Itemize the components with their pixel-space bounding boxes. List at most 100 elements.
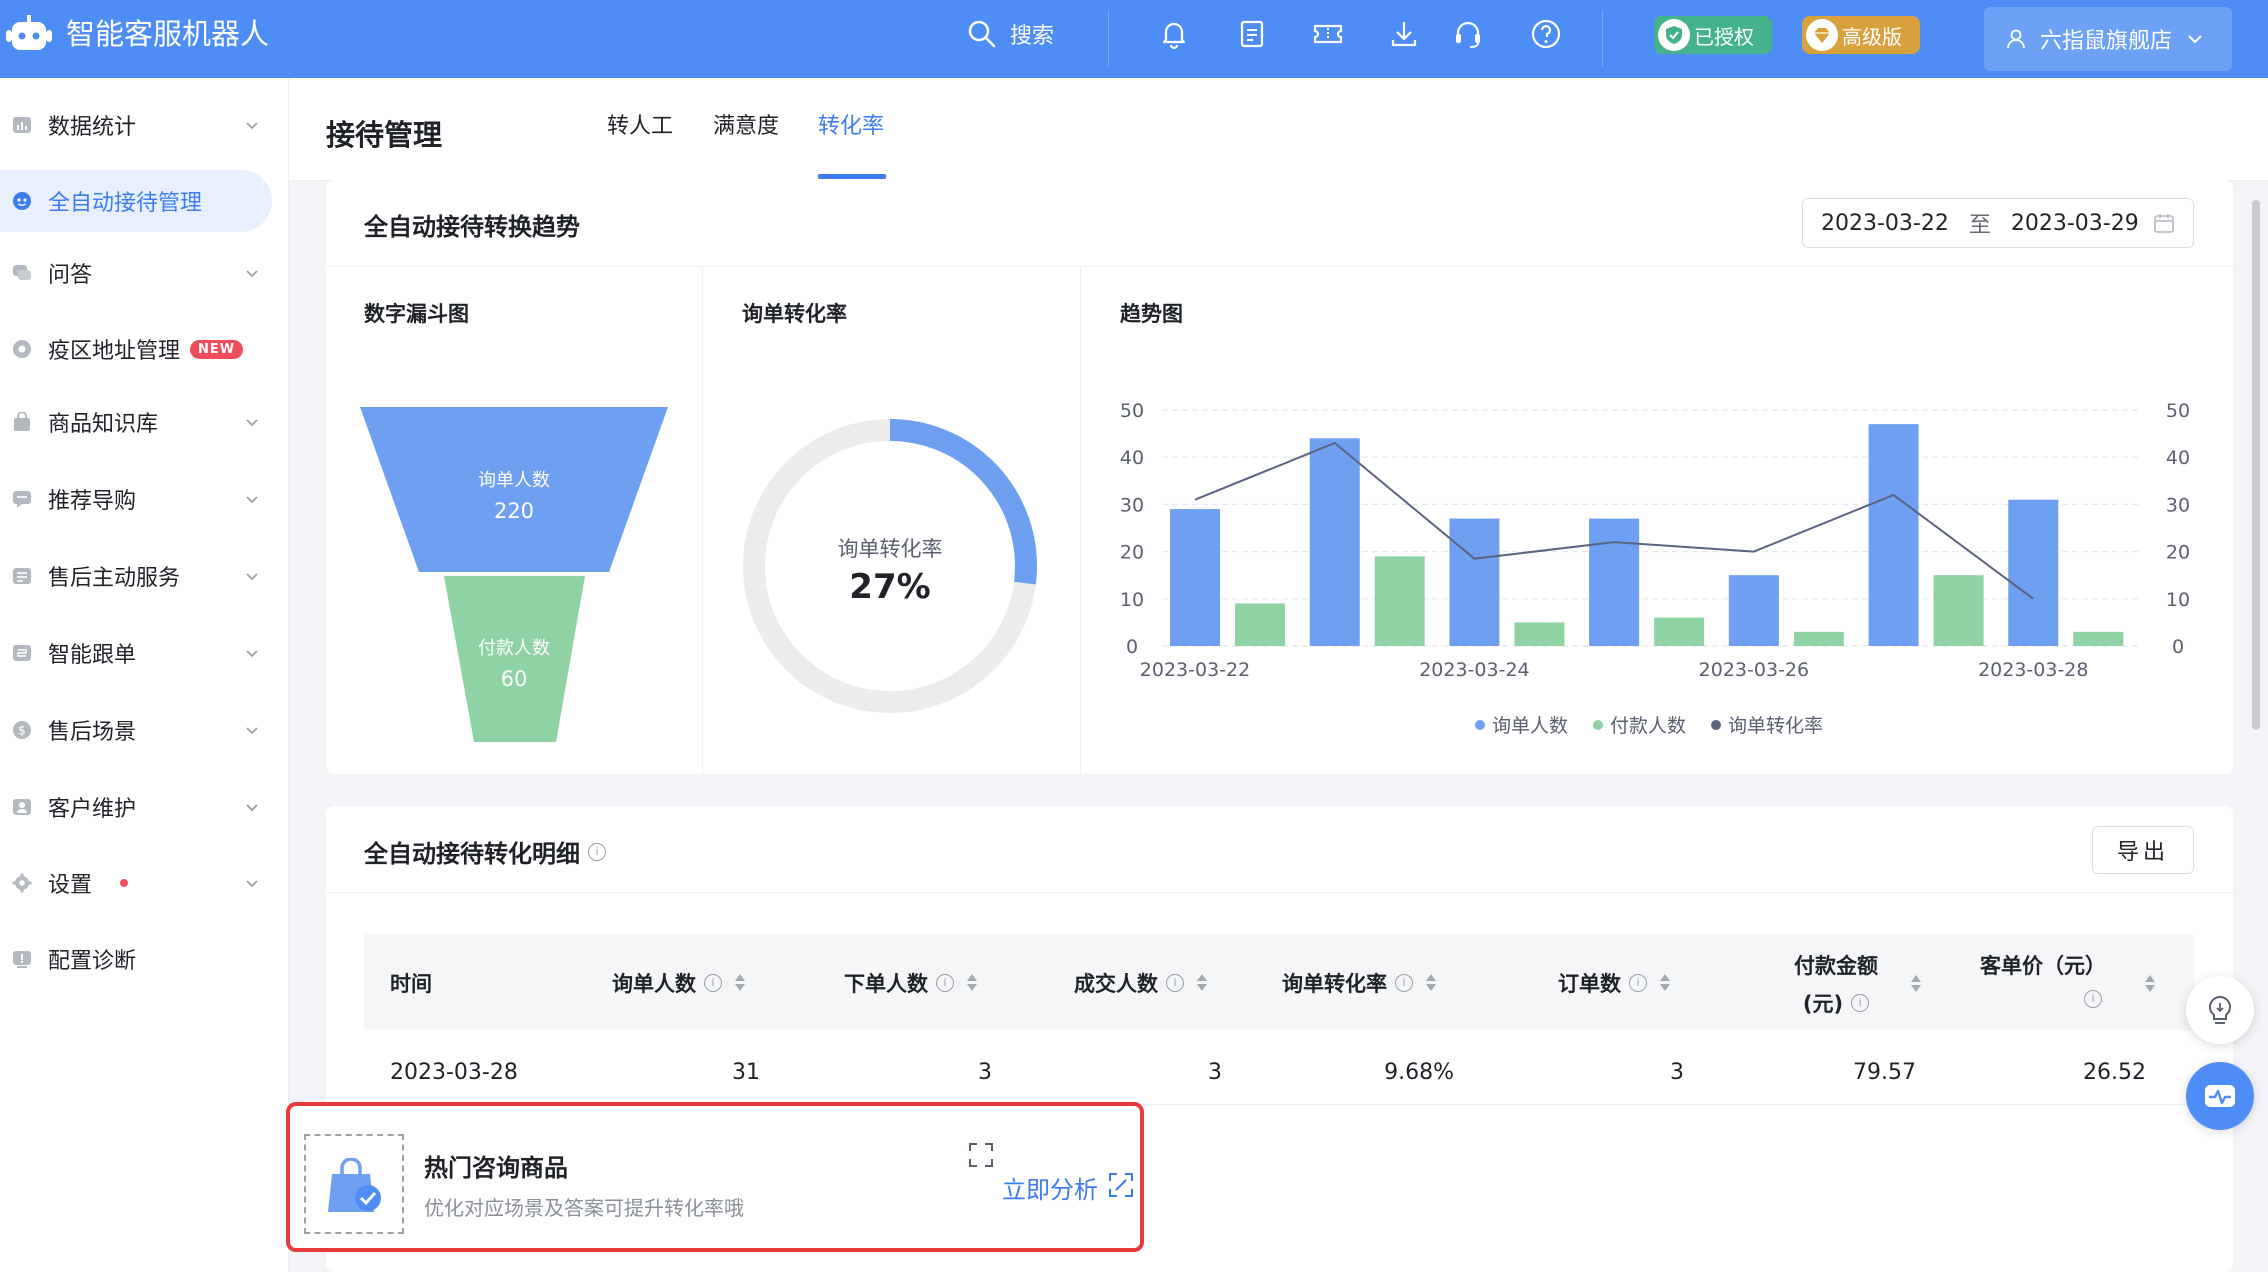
- monitor-floating-button[interactable]: [2186, 1062, 2254, 1130]
- task-list-icon[interactable]: [1234, 16, 1270, 52]
- sidebar-item-settings[interactable]: 设置: [0, 852, 272, 914]
- col-header-deal-users[interactable]: 成交人数 i: [1074, 968, 1208, 998]
- export-button[interactable]: 导出: [2092, 826, 2194, 874]
- bar-inquiry[interactable]: [1170, 509, 1220, 646]
- user-menu[interactable]: 六指鼠旗舰店: [1984, 7, 2232, 71]
- trend-bar-line-chart: 0 0 10 10 20 20 30 30 40 40 50 50 2023-03-22 2023-03-…: [1120, 400, 2190, 737]
- product-image-placeholder: [304, 1134, 404, 1234]
- bar-paid[interactable]: [1933, 575, 1984, 646]
- date-range-picker[interactable]: 2023-03-22 至 2023-03-29: [1802, 198, 2194, 248]
- info-icon[interactable]: i: [1395, 974, 1413, 992]
- col-label: 时间: [390, 972, 432, 996]
- popup-title: 热门咨询商品: [424, 1154, 568, 1182]
- bar-paid[interactable]: [1374, 556, 1425, 646]
- info-icon[interactable]: i: [1629, 974, 1647, 992]
- col-header-payment-amount[interactable]: 付款金额 (元) i: [1794, 950, 1878, 1018]
- funnel-chart: 询单人数 220 付款人数 60: [360, 407, 668, 742]
- funnel-bottom-segment[interactable]: [444, 576, 585, 742]
- col-header-unit-price[interactable]: 客单价（元） i: [1980, 950, 2106, 1008]
- bar-paid[interactable]: [2073, 631, 2124, 646]
- sort-icon[interactable]: [734, 973, 746, 993]
- info-icon[interactable]: i: [704, 974, 722, 992]
- new-badge: NEW: [190, 339, 244, 359]
- bar-paid[interactable]: [1793, 631, 1844, 646]
- bar-inquiry[interactable]: [1868, 424, 1919, 646]
- bar-inquiry[interactable]: [1589, 518, 1640, 646]
- bar-paid[interactable]: [1654, 617, 1705, 646]
- chevron-down-icon: [246, 122, 258, 130]
- bag-icon: [12, 412, 32, 432]
- sidebar-item-product-knowledge[interactable]: 商品知识库: [0, 391, 272, 453]
- ticket-icon[interactable]: [1310, 16, 1346, 52]
- sidebar-item-label: 设置: [48, 873, 93, 898]
- bell-icon[interactable]: [1156, 16, 1192, 52]
- col-label: 下单人数: [844, 972, 928, 996]
- bar-inquiry[interactable]: [2008, 499, 2059, 646]
- shield-check-icon: [1666, 26, 1682, 44]
- legend-label[interactable]: 询单人数: [1492, 715, 1568, 737]
- sort-icon[interactable]: [1196, 973, 1208, 993]
- diamond-icon: [1814, 28, 1830, 43]
- info-icon[interactable]: i: [2084, 990, 2102, 1008]
- bar-inquiry[interactable]: [1449, 518, 1500, 646]
- sidebar-item-customer-care[interactable]: 客户维护: [0, 776, 272, 838]
- authorized-badge[interactable]: 已授权: [1654, 16, 1772, 54]
- legend-marker: [1593, 720, 1603, 730]
- col-label-unit: (元): [1802, 992, 1844, 1016]
- cell-payment-amount: 79.57: [1853, 1060, 1916, 1085]
- bar-paid[interactable]: [1235, 603, 1285, 646]
- col-header-inquiry-count[interactable]: 询单人数 i: [612, 968, 746, 998]
- analyze-now-link[interactable]: 立即分析: [1002, 1170, 1098, 1205]
- col-label: 订单数: [1558, 972, 1621, 996]
- info-icon[interactable]: i: [936, 974, 954, 992]
- cell-inquiry-rate: 9.68%: [1384, 1060, 1454, 1085]
- chat-icon: [12, 263, 32, 283]
- active-tab-indicator: [818, 174, 886, 179]
- sidebar-item-label: 客户维护: [48, 797, 137, 822]
- chevron-down-icon: [246, 804, 258, 812]
- pro-version-badge[interactable]: 高级版: [1802, 16, 1920, 54]
- info-icon[interactable]: i: [588, 842, 606, 861]
- chevron-down-icon: [2188, 35, 2202, 44]
- sidebar-item-aftersale-scene[interactable]: $ 售后场景: [0, 699, 272, 761]
- page-scrollbar[interactable]: [2252, 200, 2260, 730]
- legend-label[interactable]: 询单转化率: [1728, 715, 1823, 737]
- download-icon[interactable]: [1386, 16, 1422, 52]
- col-header-inquiry-rate[interactable]: 询单转化率 i: [1282, 968, 1437, 998]
- tips-floating-button[interactable]: [2186, 976, 2254, 1044]
- shopping-bag-check-icon: [328, 1158, 381, 1212]
- sidebar-item-config-diagnosis[interactable]: 配置诊断: [0, 928, 272, 990]
- app-title: 智能客服机器人: [66, 17, 270, 51]
- sort-icon[interactable]: [2144, 974, 2156, 994]
- external-link-icon[interactable]: [1108, 1172, 1134, 1198]
- y2-tick-label: 0: [2172, 636, 2184, 658]
- sort-icon[interactable]: [1910, 974, 1922, 994]
- sidebar-item-epidemic-address[interactable]: 疫区地址管理 NEW: [0, 318, 272, 380]
- sidebar-item-auto-reception[interactable]: 全自动接待管理: [0, 170, 272, 232]
- tab-transfer-human[interactable]: 转人工: [607, 108, 673, 140]
- sort-icon[interactable]: [966, 973, 978, 993]
- sidebar-item-data-stats[interactable]: 数据统计: [0, 94, 272, 156]
- legend-label[interactable]: 付款人数: [1610, 715, 1686, 737]
- tab-satisfaction[interactable]: 满意度: [713, 108, 779, 140]
- info-icon[interactable]: i: [1851, 994, 1870, 1012]
- sidebar-item-recommend-guide[interactable]: 推荐导购: [0, 468, 272, 530]
- sidebar-item-aftersale-service[interactable]: 售后主动服务: [0, 545, 272, 607]
- sidebar-item-label: 疫区地址管理: [48, 339, 181, 364]
- search-button[interactable]: 搜索: [966, 14, 1054, 54]
- col-header-order-users[interactable]: 下单人数 i: [844, 968, 978, 998]
- help-icon[interactable]: [1528, 16, 1564, 52]
- headset-icon[interactable]: [1450, 16, 1486, 52]
- date-separator: 至: [1968, 213, 1991, 238]
- tab-conversion-rate[interactable]: 转化率: [818, 108, 884, 140]
- expand-icon[interactable]: [968, 1142, 994, 1168]
- col-header-order-count[interactable]: 订单数 i: [1558, 968, 1671, 998]
- bar-inquiry[interactable]: [1728, 575, 1779, 646]
- sidebar-item-smart-follow[interactable]: 智能跟单: [0, 622, 272, 684]
- bar-inquiry[interactable]: [1309, 438, 1360, 646]
- sort-icon[interactable]: [1659, 973, 1671, 993]
- bar-paid[interactable]: [1514, 622, 1565, 646]
- info-icon[interactable]: i: [1166, 974, 1184, 992]
- sort-icon[interactable]: [1425, 973, 1437, 993]
- sidebar-item-qa[interactable]: 问答: [0, 242, 272, 304]
